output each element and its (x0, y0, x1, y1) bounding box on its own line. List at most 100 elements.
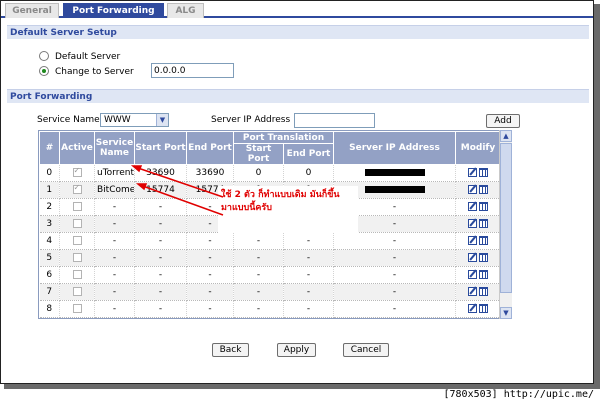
col-header-server-ip: Server IP Address (333, 131, 456, 165)
row-pt-start: - (233, 249, 284, 267)
row-num: 1 (39, 181, 60, 199)
active-checkbox[interactable] (72, 166, 82, 177)
scrollbar-thumb[interactable] (500, 143, 512, 293)
row-pt-start: - (233, 317, 284, 318)
active-checkbox[interactable] (72, 202, 82, 211)
active-checkbox[interactable] (72, 219, 82, 228)
tab-alg[interactable]: ALG (167, 3, 204, 18)
edit-icon[interactable] (468, 219, 477, 228)
row-modify (455, 215, 501, 233)
trash-icon[interactable] (479, 253, 488, 262)
cancel-button[interactable]: Cancel (343, 343, 389, 357)
window-shadow-right (594, 4, 600, 389)
edit-icon[interactable] (468, 168, 477, 177)
active-checkbox[interactable] (72, 183, 82, 194)
tab-port-forwarding[interactable]: Port Forwarding (63, 3, 164, 18)
edit-icon[interactable] (468, 287, 477, 296)
row-num: 7 (39, 283, 60, 301)
row-service-name: - (94, 198, 135, 216)
active-checkbox[interactable] (72, 236, 82, 245)
row-active (59, 317, 95, 318)
scroll-down-icon[interactable]: ▼ (500, 307, 512, 319)
col-header-active: Active (59, 131, 95, 165)
edit-icon[interactable] (468, 304, 477, 313)
row-modify (455, 266, 501, 284)
row-num: 4 (39, 232, 60, 250)
row-start-port: 15774 (134, 181, 187, 199)
col-header-num: # (39, 131, 60, 165)
service-name-select[interactable]: WWW ▼ (100, 113, 169, 127)
row-active (59, 249, 95, 267)
row-end-port: - (186, 266, 234, 284)
row-server-ip (333, 164, 456, 182)
redacted-ip-bar (364, 186, 425, 193)
row-start-port: - (134, 232, 187, 250)
row-num: 9 (39, 317, 60, 318)
trash-icon[interactable] (479, 270, 488, 279)
scroll-up-icon[interactable]: ▲ (500, 130, 512, 142)
row-modify (455, 232, 501, 250)
active-checkbox[interactable] (72, 253, 82, 262)
add-button[interactable]: Add (486, 114, 520, 128)
server-ip-label: Server IP Address (211, 115, 291, 125)
edit-icon[interactable] (468, 253, 477, 262)
row-active (59, 266, 95, 284)
edit-icon[interactable] (468, 202, 477, 211)
table-row: 5------ (39, 249, 501, 267)
trash-icon[interactable] (479, 185, 488, 194)
edit-icon[interactable] (468, 185, 477, 194)
annotation-text: ใช้ 2 ตัว ก็ทำแบบเดิม มันก็ขึ้น มาแบบนี้… (221, 189, 357, 215)
footer: [780x503] http://upic.me/ (0, 389, 600, 406)
default-server-option[interactable]: Default Server (39, 50, 120, 64)
row-pt-end: - (283, 300, 334, 318)
table-scrollbar[interactable]: ▲ ▼ (499, 130, 512, 319)
service-name-label: Service Name (37, 115, 100, 125)
row-active (59, 283, 95, 301)
row-num: 3 (39, 215, 60, 233)
upload-watermark: [780x503] http://upic.me/ (443, 389, 594, 400)
col-header-modify: Modify (455, 131, 501, 165)
row-modify (455, 283, 501, 301)
row-start-port: - (134, 249, 187, 267)
table-row: 4------ (39, 232, 501, 250)
chevron-down-icon[interactable]: ▼ (156, 114, 168, 126)
edit-icon[interactable] (468, 270, 477, 279)
row-end-port: 33690 (186, 164, 234, 182)
default-server-radio[interactable] (39, 50, 49, 61)
tab-bar: General Port Forwarding ALG (1, 1, 593, 18)
row-end-port: - (186, 249, 234, 267)
row-start-port: - (134, 198, 187, 216)
col-header-service-name: Service Name (94, 131, 135, 165)
row-start-port: - (134, 300, 187, 318)
default-server-ip-input[interactable] (151, 63, 234, 78)
back-button[interactable]: Back (212, 343, 249, 357)
trash-icon[interactable] (479, 168, 488, 177)
apply-button[interactable]: Apply (277, 343, 316, 357)
trash-icon[interactable] (479, 236, 488, 245)
server-ip-input[interactable] (294, 113, 375, 128)
trash-icon[interactable] (479, 219, 488, 228)
change-to-server-label: Change to Server (55, 67, 134, 77)
active-checkbox[interactable] (72, 287, 82, 296)
tab-general[interactable]: General (5, 3, 59, 18)
row-modify (455, 317, 501, 318)
active-checkbox[interactable] (72, 270, 82, 279)
active-checkbox[interactable] (72, 304, 82, 313)
annotation-line-2: มาแบบนี้ครับ (221, 203, 272, 213)
edit-icon[interactable] (468, 236, 477, 245)
row-service-name: - (94, 232, 135, 250)
trash-icon[interactable] (479, 202, 488, 211)
table-row: 8------ (39, 300, 501, 318)
row-num: 8 (39, 300, 60, 318)
change-to-server-radio[interactable] (39, 65, 49, 76)
change-to-server-option[interactable]: Change to Server (39, 65, 134, 79)
default-server-section-title: Default Server Setup (7, 25, 589, 39)
port-forwarding-section-title: Port Forwarding (7, 89, 589, 103)
row-pt-start: - (233, 300, 284, 318)
trash-icon[interactable] (479, 304, 488, 313)
trash-icon[interactable] (479, 287, 488, 296)
row-pt-end: - (283, 283, 334, 301)
row-num: 0 (39, 164, 60, 182)
row-end-port: - (186, 283, 234, 301)
row-pt-end: - (283, 249, 334, 267)
